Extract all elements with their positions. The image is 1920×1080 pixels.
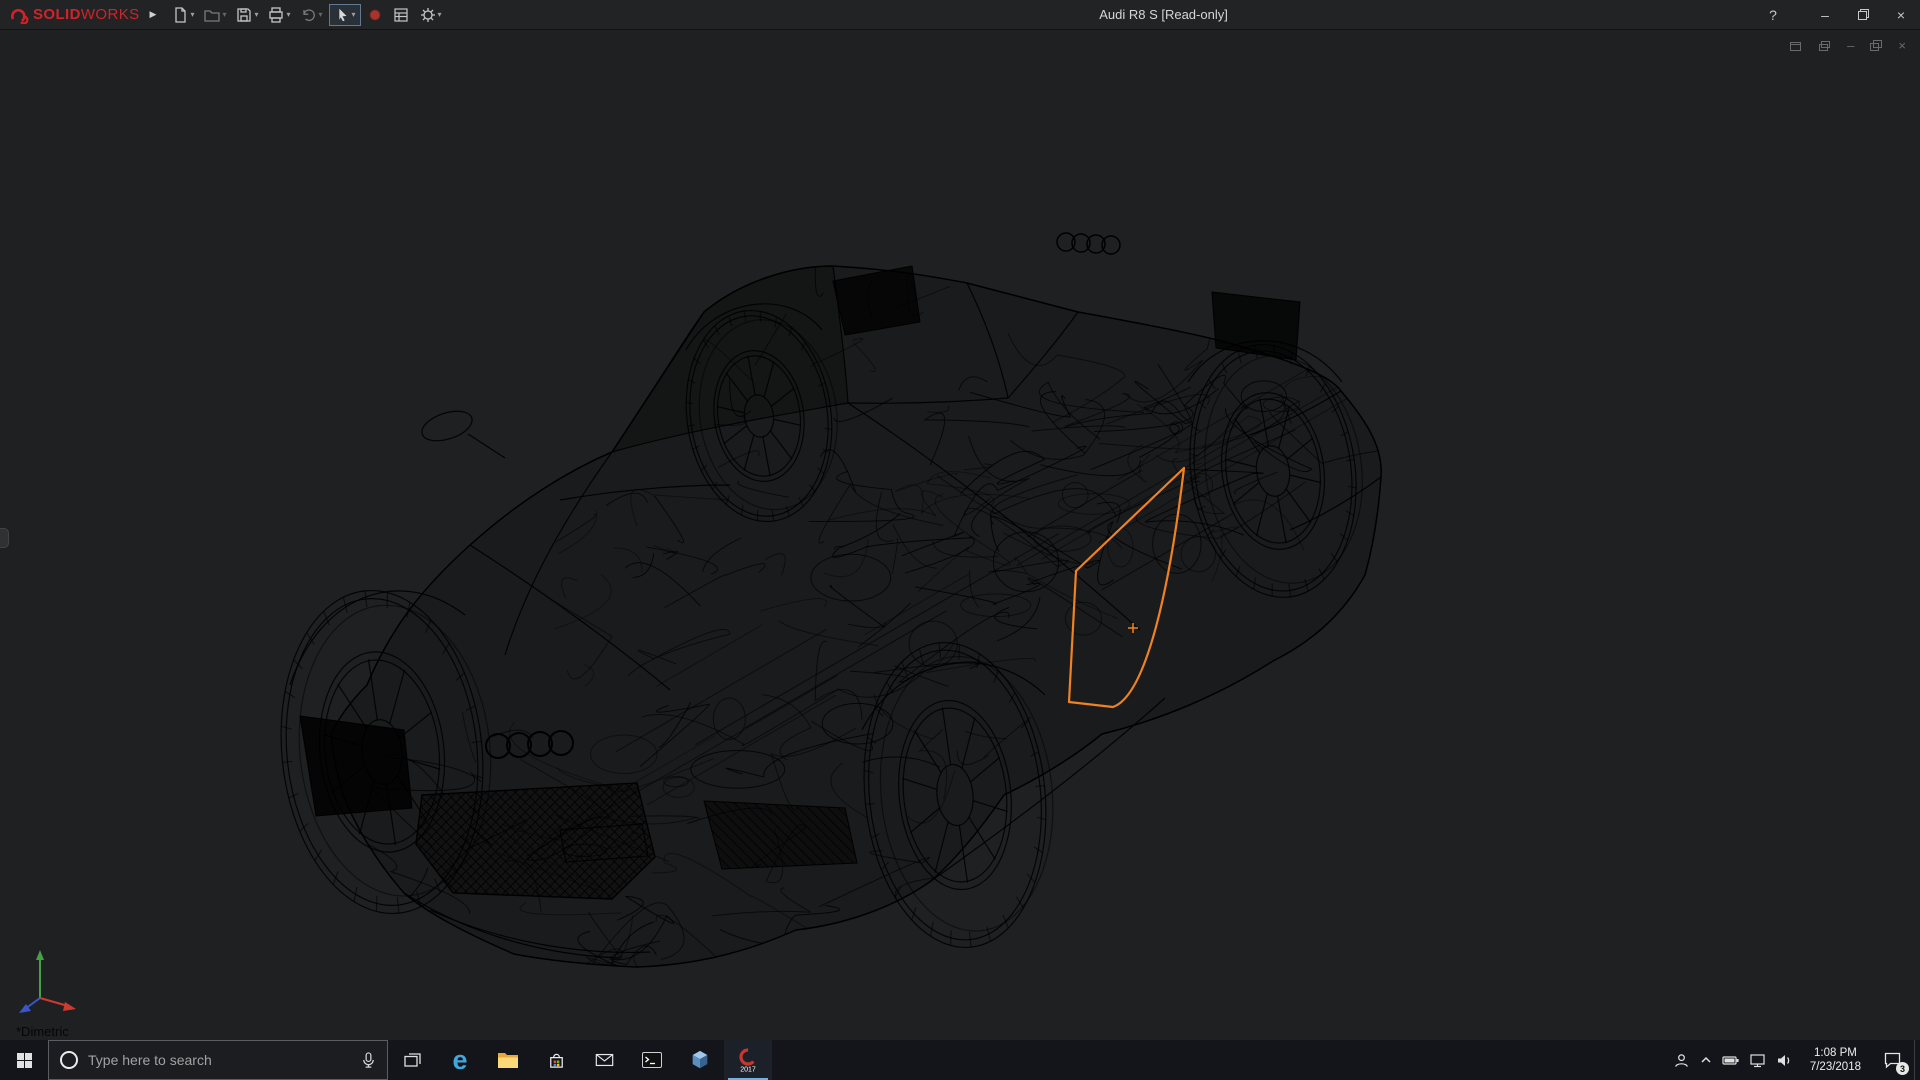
dropdown-caret-icon[interactable]: ▾ [222, 10, 226, 19]
3d-cube-icon [692, 1050, 708, 1069]
windows-logo-icon [16, 1052, 32, 1068]
close-button[interactable]: × [1882, 0, 1920, 29]
solidworks-window: SOLIDWORKS ▶ ▾ ▾ ▾ ▾ ▾ ▾ ▾ Audi R8 S [Re… [0, 0, 1920, 1080]
select-tool-button[interactable]: ▾ [328, 3, 361, 26]
settings-gear-icon [420, 7, 435, 22]
task-view-icon [403, 1053, 421, 1067]
document-window-controls: – × [1789, 38, 1906, 53]
graphics-viewport[interactable]: – × *Dimetric [0, 30, 1920, 1040]
edge-browser-button[interactable]: e [436, 1040, 484, 1080]
orientation-triad [19, 950, 76, 1013]
dropdown-caret-icon[interactable]: ▾ [254, 10, 258, 19]
save-icon [237, 7, 252, 22]
minimize-button[interactable]: – [1806, 0, 1844, 29]
3ds-logo-mark [11, 8, 29, 24]
print-button[interactable]: ▾ [264, 4, 293, 26]
save-button[interactable]: ▾ [232, 4, 261, 26]
network-button[interactable] [1749, 1052, 1767, 1069]
solidworks-year-label: 2017 [740, 1067, 756, 1074]
clock-time: 1:08 PM [1814, 1047, 1857, 1059]
restore-icon [1857, 9, 1869, 20]
menu-expand-arrow-icon[interactable]: ▶ [150, 9, 157, 20]
store-button[interactable] [532, 1040, 580, 1080]
new-window-icon [1790, 41, 1802, 51]
cortana-icon [60, 1051, 78, 1069]
taskbar: e 2017 [0, 1040, 1920, 1080]
taskbar-clock[interactable]: 1:08 PM 7/23/2018 [1801, 1040, 1870, 1080]
file-explorer-button[interactable] [484, 1040, 532, 1080]
print-icon [269, 6, 284, 23]
solidworks-logo: SOLIDWORKS [8, 6, 140, 24]
property-sheet-icon [393, 7, 408, 22]
feature-manager-flyout-tab[interactable] [0, 528, 9, 548]
mail-icon [595, 1053, 613, 1067]
view-orientation-label: *Dimetric [16, 1024, 69, 1039]
document-title: Audi R8 S [Read-only] [1099, 7, 1228, 22]
taskbar-search[interactable] [48, 1040, 388, 1080]
record-button[interactable] [364, 5, 386, 25]
dropdown-caret-icon[interactable]: ▾ [319, 10, 323, 19]
start-button[interactable] [0, 1040, 48, 1080]
dropdown-caret-icon[interactable]: ▾ [190, 10, 194, 19]
file-explorer-icon [498, 1053, 518, 1068]
doc-cascade-button[interactable] [1818, 40, 1831, 52]
battery-button[interactable] [1722, 1052, 1740, 1069]
clock-date: 7/23/2018 [1809, 1061, 1861, 1073]
titlebar-window-controls: ? – × [1754, 0, 1920, 29]
microphone-icon[interactable] [360, 1051, 377, 1070]
open-button[interactable]: ▾ [200, 4, 229, 26]
cascade-icon [1819, 40, 1831, 51]
system-tray [1665, 1040, 1801, 1080]
mail-button[interactable] [580, 1040, 628, 1080]
dropdown-caret-icon[interactable]: ▾ [438, 10, 442, 19]
doc-minimize-button[interactable]: – [1847, 38, 1854, 53]
record-orb-icon [369, 9, 380, 20]
triad-x-axis [39, 997, 69, 1007]
titlebar: SOLIDWORKS ▶ ▾ ▾ ▾ ▾ ▾ ▾ ▾ Audi R8 S [Re… [0, 0, 1920, 30]
doc-restore-icon [1870, 40, 1883, 51]
new-document-icon [175, 6, 187, 23]
volume-icon [1777, 1054, 1790, 1066]
people-icon [1675, 1053, 1688, 1067]
wireframe-car-model [280, 232, 1382, 968]
new-document-button[interactable]: ▾ [168, 4, 197, 26]
property-manager-button[interactable] [389, 4, 413, 26]
audi-rings-rear [1056, 232, 1121, 255]
search-input[interactable] [88, 1052, 351, 1068]
command-prompt-button[interactable] [628, 1040, 676, 1080]
help-button[interactable]: ? [1754, 0, 1792, 29]
undo-icon [302, 8, 315, 21]
edge-icon: e [452, 1044, 468, 1075]
options-button[interactable]: ▾ [416, 4, 445, 26]
battery-icon [1722, 1055, 1739, 1065]
dropdown-caret-icon[interactable]: ▾ [286, 10, 290, 19]
open-folder-icon [204, 9, 221, 22]
restore-button[interactable] [1844, 0, 1882, 29]
network-display-icon [1750, 1053, 1765, 1067]
select-cursor-icon [338, 8, 346, 21]
volume-button[interactable] [1776, 1052, 1793, 1069]
solidworks-icon: 2017 [739, 1048, 757, 1074]
doc-close-button[interactable]: × [1898, 38, 1906, 53]
taskbar-spacer [772, 1040, 1665, 1080]
logo-text-works: WORKS [80, 6, 140, 23]
quick-access-toolbar: ▾ ▾ ▾ ▾ ▾ ▾ ▾ [168, 3, 445, 26]
solidworks-taskbar-button[interactable]: 2017 [724, 1040, 772, 1080]
edrawings-button[interactable] [676, 1040, 724, 1080]
microsoft-store-icon [549, 1053, 563, 1068]
task-view-button[interactable] [388, 1040, 436, 1080]
hidden-icons-button[interactable] [1699, 1054, 1713, 1066]
doc-new-window-button[interactable] [1789, 40, 1802, 52]
logo-text-solid: SOLID [33, 6, 81, 23]
show-desktop-button[interactable] [1914, 1040, 1920, 1080]
command-prompt-icon [642, 1052, 662, 1068]
undo-button[interactable]: ▾ [297, 4, 326, 26]
doc-restore-button[interactable] [1870, 40, 1883, 51]
notification-badge: 3 [1896, 1062, 1909, 1075]
people-button[interactable] [1673, 1052, 1690, 1069]
action-center-button[interactable]: 3 [1870, 1040, 1914, 1080]
dropdown-caret-icon[interactable]: ▾ [352, 10, 356, 19]
chevron-up-icon [1701, 1056, 1711, 1063]
